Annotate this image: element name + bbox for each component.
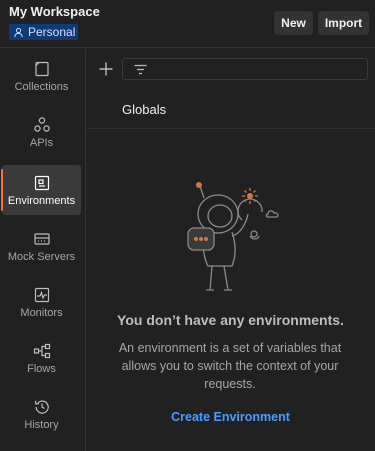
sidebar-item-flows[interactable]: Flows (2, 333, 81, 383)
add-environment-icon[interactable] (97, 60, 115, 78)
sidebar-item-label: History (24, 419, 59, 431)
filter-input[interactable] (122, 58, 368, 80)
sidebar-item-environments[interactable]: Environments (1, 165, 81, 215)
sidebar: Collections APIs Environments Mock Serve… (0, 49, 86, 451)
globals-item[interactable]: Globals (122, 102, 166, 117)
divider (87, 128, 375, 129)
import-button[interactable]: Import (318, 11, 369, 35)
environments-icon (34, 175, 49, 191)
sidebar-item-mock-servers[interactable]: Mock Servers (2, 221, 81, 271)
sidebar-item-label: Monitors (20, 307, 63, 319)
astronaut-illustration (187, 182, 279, 291)
sidebar-item-apis[interactable]: APIs (2, 107, 81, 157)
flows-icon (33, 343, 50, 359)
sidebar-item-label: APIs (29, 137, 54, 149)
sidebar-item-label: Environments (7, 195, 76, 207)
header: My Workspace Personal New Import (0, 0, 375, 48)
empty-state-title: You don’t have any environments. (117, 312, 344, 328)
sidebar-item-label: Collections (14, 81, 69, 93)
sidebar-item-collections[interactable]: Collections (2, 51, 81, 101)
workspace-type-badge: Personal (9, 24, 79, 40)
sidebar-item-monitors[interactable]: Monitors (2, 277, 81, 327)
apis-icon (33, 117, 50, 132)
create-environment-link[interactable]: Create Environment (86, 410, 375, 424)
workspace-title[interactable]: My Workspace (9, 4, 100, 19)
empty-state-description: An environment is a set of variables tha… (118, 341, 342, 391)
user-icon (14, 27, 23, 37)
mock-servers-icon (33, 233, 50, 245)
monitors-icon (34, 287, 49, 303)
collections-icon (34, 61, 49, 77)
sidebar-item-label: Flows (27, 363, 56, 375)
sidebar-item-label: Mock Servers (7, 251, 76, 263)
filter-icon (134, 64, 147, 75)
new-button[interactable]: New (274, 11, 313, 35)
history-icon (34, 400, 49, 414)
workspace-type-label: Personal (28, 25, 76, 39)
sidebar-item-history[interactable]: History (2, 389, 81, 439)
